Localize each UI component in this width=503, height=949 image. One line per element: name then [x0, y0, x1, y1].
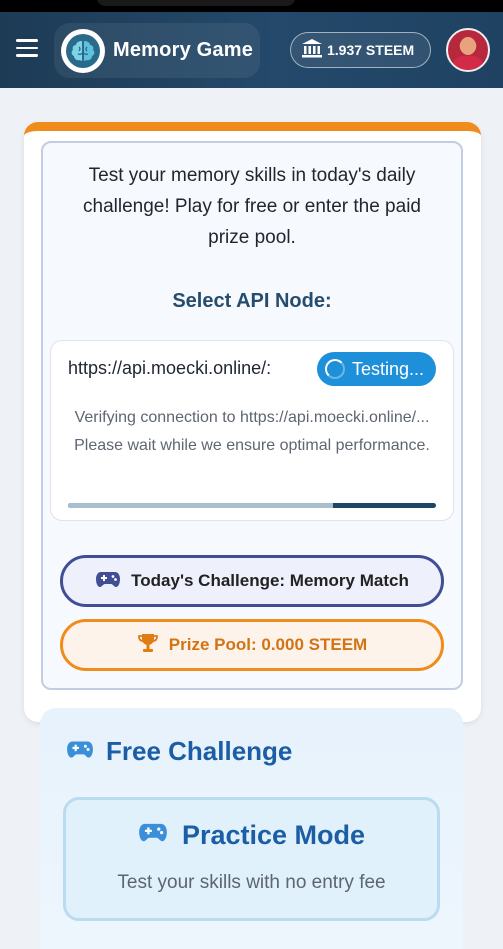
brand[interactable]: Memory Game	[54, 23, 260, 78]
practice-mode-subtitle: Test your skills with no entry fee	[117, 872, 386, 893]
verify-message: Verifying connection to https://api.moec…	[74, 409, 430, 454]
practice-mode-heading[interactable]: Practice Mode	[63, 820, 440, 851]
avatar[interactable]	[446, 28, 490, 72]
prize-label: Prize Pool: 0.000 STEEM	[168, 635, 368, 654]
hamburger-icon[interactable]	[16, 39, 38, 57]
practice-mode-button[interactable]	[63, 797, 440, 921]
balance-badge[interactable]: 1.937 STEEM	[290, 32, 431, 68]
trophy-icon	[137, 632, 159, 659]
status-bar	[0, 0, 503, 12]
gamepad-icon	[138, 820, 168, 851]
brain-icon	[61, 29, 105, 73]
camera-notch	[96, 0, 296, 6]
select-api-node-label: Select API Node:	[172, 290, 332, 312]
api-node-url[interactable]: https://api.moecki.online/:	[68, 358, 271, 379]
gamepad-icon	[95, 569, 121, 594]
todays-challenge-button[interactable]: Today's Challenge: Memory Match	[60, 555, 444, 607]
challenge-label: Today's Challenge: Memory Match	[131, 571, 409, 590]
balance-amount: 1.937 STEEM	[327, 42, 415, 58]
spinner-icon	[325, 359, 345, 379]
practice-mode-title: Practice Mode	[181, 820, 366, 850]
app-title: Memory Game	[113, 39, 254, 61]
progress-fill	[68, 503, 333, 508]
testing-status-button[interactable]: Testing...	[317, 352, 436, 386]
prize-pool-button[interactable]: Prize Pool: 0.000 STEEM	[60, 619, 444, 671]
free-challenge-heading: Free Challenge	[66, 736, 292, 767]
connection-progress-bar	[68, 503, 436, 508]
gamepad-icon	[66, 736, 94, 767]
free-challenge-title: Free Challenge	[106, 736, 293, 766]
intro-text: Test your memory skills in today's daily…	[83, 165, 421, 248]
app-header: Memory Game 1.937 STEEM	[0, 12, 503, 88]
testing-label: Testing...	[352, 358, 425, 379]
bank-icon	[301, 38, 323, 63]
